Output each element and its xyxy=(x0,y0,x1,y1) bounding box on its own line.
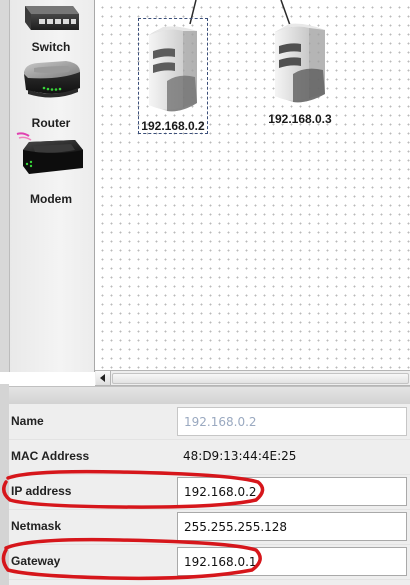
switch-icon xyxy=(25,6,79,30)
left-border-strip xyxy=(0,384,9,585)
split-pane-divider[interactable] xyxy=(0,386,410,406)
property-row-netmask: Netmask 255.255.255.128 xyxy=(9,509,410,545)
property-row-mac-address: MAC Address 48:D9:13:44:4E:25 xyxy=(9,439,410,475)
mac-address-value: 48:D9:13:44:4E:25 xyxy=(183,449,297,463)
gateway-field[interactable]: 192.168.0.1 xyxy=(177,547,407,576)
property-label: Name xyxy=(11,414,44,428)
scrollbar-thumb[interactable] xyxy=(112,373,409,384)
name-field: 192.168.0.2 xyxy=(177,407,407,436)
property-label: MAC Address xyxy=(11,449,90,463)
router-icon xyxy=(24,61,80,98)
palette-item-label: Switch xyxy=(31,40,71,54)
palette-item-switch[interactable]: Switch xyxy=(9,0,93,54)
horizontal-scrollbar[interactable] xyxy=(95,370,410,386)
server-icon xyxy=(275,23,325,103)
palette-item-modem[interactable]: Modem xyxy=(9,132,93,206)
property-label: Netmask xyxy=(11,519,62,533)
property-label: Gateway xyxy=(11,554,61,568)
palette-item-label: Router xyxy=(31,116,71,130)
property-row-ip-address: IP address 192.168.0.2 xyxy=(9,474,410,510)
ip-address-field[interactable]: 192.168.0.2 xyxy=(177,477,407,506)
modem-icon xyxy=(16,132,83,174)
node-label: 192.168.0.2 xyxy=(141,119,205,133)
property-row-name: Name 192.168.0.2 xyxy=(9,404,410,440)
netmask-field[interactable]: 255.255.255.128 xyxy=(177,512,407,541)
property-label: IP address xyxy=(11,484,72,498)
palette-item-router[interactable]: Router xyxy=(9,58,93,130)
properties-panel: Name 192.168.0.2 MAC Address 48:D9:13:44… xyxy=(9,404,410,585)
device-palette: Switch Router Modem xyxy=(0,0,95,372)
palette-item-label: Modem xyxy=(30,192,72,206)
canvas-node-server[interactable]: 192.168.0.3 xyxy=(266,20,334,130)
canvas-node-server[interactable]: 192.168.0.2 xyxy=(138,18,208,134)
property-row-gateway: Gateway 192.168.0.1 xyxy=(9,544,410,580)
scroll-left-button[interactable] xyxy=(96,371,111,385)
node-label: 192.168.0.3 xyxy=(268,112,332,126)
topology-canvas[interactable]: 192.168.0.2 192.168.0.3 xyxy=(95,0,410,372)
server-icon xyxy=(149,26,197,112)
